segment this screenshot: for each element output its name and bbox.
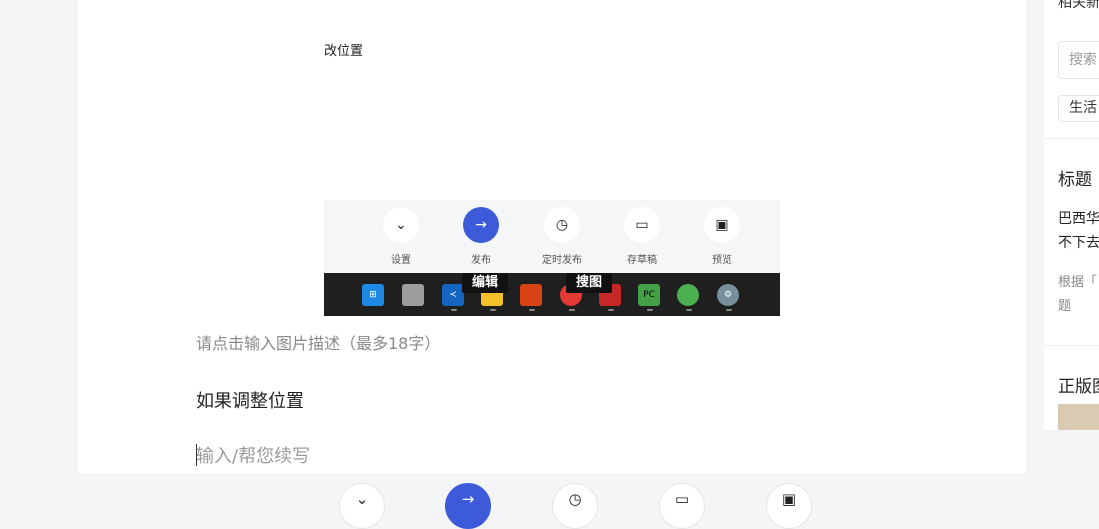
wechat-icon — [677, 284, 699, 306]
save-draft-action-label: 存草稿 — [627, 255, 657, 266]
sidebar-divider — [1044, 138, 1099, 139]
running-indicator — [647, 309, 653, 311]
embedded-screenshot-image[interactable]: ⌄ 设置 → 发布 ◷ 定时发布 ▭ 存草稿 ▣ 预览 ⊞ ≺ PC ⚙ 编辑 … — [324, 200, 780, 316]
paragraph-text[interactable]: 如果调整位置 — [196, 387, 304, 413]
app-icon — [520, 284, 542, 306]
running-indicator — [726, 309, 732, 311]
copyright-image-thumbnail[interactable] — [1058, 404, 1099, 430]
title-suggestion-line1[interactable]: 巴西华 — [1058, 208, 1099, 228]
sidebar-tag-life[interactable]: 生活 — [1058, 95, 1099, 122]
draft-icon: ▭ — [674, 490, 690, 508]
title-hint-line2: 题 — [1058, 299, 1072, 314]
settings-action-label: 设置 — [391, 255, 411, 266]
publish-action[interactable]: → 发布 — [446, 207, 516, 266]
sidebar-search-input[interactable]: 搜索 — [1058, 41, 1099, 79]
right-sidebar: 相关新 搜索 生活 标题 巴西华 不下去 根据「 题 正版图 — [1044, 0, 1099, 430]
chevron-down-icon: ⌄ — [355, 490, 369, 508]
arrow-right-icon: → — [461, 490, 475, 508]
preview-icon: ▣ — [704, 207, 740, 243]
continue-writing-input[interactable]: 输入/帮您续写 — [196, 442, 310, 468]
settings-icon: ⚙ — [717, 284, 739, 306]
editor-canvas: 改位置 ⌄ 设置 → 发布 ◷ 定时发布 ▭ 存草稿 ▣ 预览 ⊞ ≺ PC ⚙… — [78, 0, 1026, 473]
bottom-draft-button[interactable]: ▭ — [659, 483, 705, 529]
running-indicator — [569, 309, 575, 311]
schedule-publish-action-label: 定时发布 — [542, 255, 582, 266]
sidebar-divider — [1044, 345, 1099, 346]
running-indicator — [686, 309, 692, 311]
vscode-icon: ≺ — [442, 284, 464, 306]
pycharm-icon: PC — [638, 284, 660, 306]
preview-icon: ▣ — [781, 490, 797, 508]
image-caption-input[interactable]: 请点击输入图片描述（最多18字） — [196, 330, 440, 354]
clock-icon: ◷ — [544, 207, 580, 243]
clock-icon: ◷ — [568, 490, 582, 508]
settings-action[interactable]: ⌄ 设置 — [366, 207, 436, 266]
arrow-right-icon: → — [463, 207, 499, 243]
task-view-icon — [402, 284, 424, 306]
edit-tooltip[interactable]: 编辑 — [462, 273, 509, 293]
preview-action[interactable]: ▣ 预览 — [687, 207, 757, 266]
running-indicator — [451, 309, 457, 311]
title-suggestion-line2[interactable]: 不下去 — [1058, 232, 1099, 252]
preview-action-label: 预览 — [712, 255, 732, 266]
image-top-text: 改位置 — [324, 44, 364, 59]
text-caret — [196, 444, 197, 466]
search-image-tooltip[interactable]: 搜图 — [566, 273, 613, 293]
related-news-title: 相关新 — [1058, 0, 1099, 11]
copyright-images-heading: 正版图 — [1058, 377, 1099, 397]
bottom-publish-button[interactable]: → — [445, 483, 491, 529]
windows-taskbar: ⊞ ≺ PC ⚙ 编辑 搜图 — [324, 273, 780, 316]
running-indicator — [529, 309, 535, 311]
chevron-down-icon: ⌄ — [383, 207, 419, 243]
publish-action-label: 发布 — [471, 255, 491, 266]
bottom-settings-button[interactable]: ⌄ — [339, 483, 385, 529]
bottom-preview-button[interactable]: ▣ — [766, 483, 812, 529]
title-section-heading: 标题 — [1058, 170, 1092, 190]
schedule-publish-action[interactable]: ◷ 定时发布 — [527, 207, 597, 266]
draft-icon: ▭ — [624, 207, 660, 243]
save-draft-action[interactable]: ▭ 存草稿 — [607, 207, 677, 266]
windows-start-icon: ⊞ — [362, 284, 384, 306]
title-hint-line1: 根据「 — [1058, 275, 1098, 290]
running-indicator — [490, 309, 496, 311]
running-indicator — [608, 309, 614, 311]
bottom-schedule-button[interactable]: ◷ — [552, 483, 598, 529]
